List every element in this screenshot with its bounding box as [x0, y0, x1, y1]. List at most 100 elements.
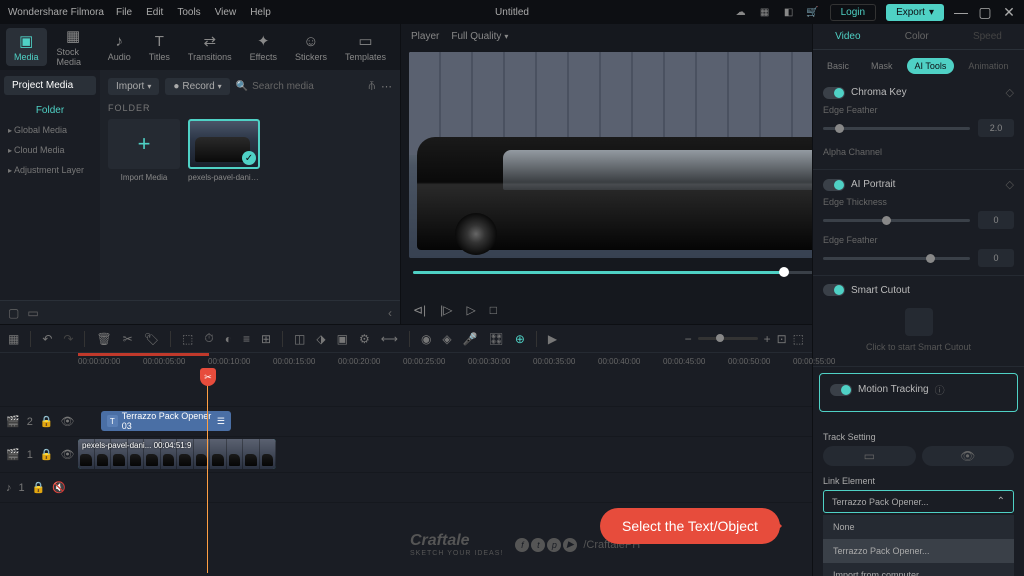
mute-icon[interactable]: 🔇: [52, 481, 66, 494]
cloud-icon[interactable]: ☁: [734, 5, 748, 19]
chroma-key-toggle[interactable]: [823, 87, 845, 99]
menu-help[interactable]: Help: [250, 7, 271, 18]
stop-icon[interactable]: □: [490, 303, 497, 317]
tab-templates[interactable]: ▭Templates: [337, 28, 394, 66]
keyframe-icon[interactable]: ◇: [1006, 86, 1014, 99]
delete-icon[interactable]: 🗑: [96, 332, 111, 346]
tab-stickers[interactable]: ☺Stickers: [287, 29, 335, 66]
tab-effects[interactable]: ✦Effects: [242, 28, 285, 66]
lock-icon[interactable]: 🔒: [40, 448, 54, 461]
menu-view[interactable]: View: [215, 7, 237, 18]
lock-icon[interactable]: 🔒: [32, 481, 46, 494]
split-icon[interactable]: ⟷: [381, 332, 398, 346]
video-track[interactable]: 🎬1🔒👁 pexels-pavel-dani... 00:04:51:9: [0, 437, 812, 473]
track-eye-button[interactable]: 👁: [922, 446, 1015, 466]
close-button[interactable]: ✕: [1002, 4, 1016, 21]
bike-icon[interactable]: ⚙: [359, 332, 370, 346]
expand-icon[interactable]: ⬚: [793, 332, 804, 346]
mic-icon[interactable]: 🎤: [463, 332, 478, 346]
caption-icon[interactable]: ◫: [294, 332, 305, 346]
folder-heading[interactable]: Folder: [4, 101, 96, 120]
fit-icon[interactable]: ⊡: [777, 332, 787, 346]
mask-icon[interactable]: ▣: [337, 332, 348, 346]
marker-icon[interactable]: ◉: [421, 332, 431, 346]
video-clip[interactable]: pexels-pavel-dani... 00:04:51:9: [78, 439, 276, 469]
motion-tracking-toggle[interactable]: [830, 384, 852, 396]
help-icon[interactable]: ⓘ: [935, 382, 945, 397]
edge-feather-slider[interactable]: [823, 127, 970, 130]
insp-tab-color[interactable]: Color: [905, 31, 929, 42]
more-icon[interactable]: ⋯: [381, 80, 392, 93]
eye-icon[interactable]: 👁: [61, 448, 75, 461]
tab-transitions[interactable]: ⇄Transitions: [180, 28, 240, 66]
scrub-handle[interactable]: [779, 267, 789, 277]
quality-dropdown[interactable]: Full Quality: [451, 31, 508, 42]
ai-portrait-toggle[interactable]: [823, 179, 845, 191]
option-none[interactable]: None: [823, 515, 1014, 539]
tag-icon[interactable]: 🏷: [144, 332, 159, 346]
media-clip[interactable]: ✓ pexels-pavel-danilyuk...: [188, 119, 260, 182]
collapse-icon[interactable]: ‹: [388, 306, 392, 320]
link-element-dropdown[interactable]: Terrazzo Pack Opener...: [823, 490, 1014, 513]
subtab-ai-tools[interactable]: AI Tools: [907, 58, 955, 74]
sidebar-cloud-media[interactable]: Cloud Media: [4, 140, 96, 160]
color-icon[interactable]: ◐: [225, 332, 232, 346]
speed-icon[interactable]: ⏱: [204, 331, 213, 346]
folder-icon[interactable]: ▢: [8, 306, 19, 320]
menu-file[interactable]: File: [116, 7, 132, 18]
zoom-out-icon[interactable]: −: [685, 332, 692, 346]
thickness-value[interactable]: 0: [978, 211, 1014, 229]
green-icon[interactable]: ⬗: [316, 332, 325, 346]
smart-cutout-area[interactable]: Click to start Smart Cutout: [823, 302, 1014, 358]
render-icon[interactable]: ▶: [548, 332, 557, 346]
sidebar-global-media[interactable]: Global Media: [4, 120, 96, 140]
minimize-button[interactable]: —: [954, 4, 968, 20]
playhead[interactable]: ✂: [200, 368, 216, 386]
track-icon[interactable]: ⊕: [515, 332, 525, 346]
maximize-button[interactable]: ▢: [978, 4, 992, 21]
title-clip[interactable]: Terrazzo Pack Opener 03☰: [101, 411, 231, 431]
redo-icon[interactable]: ↷: [63, 332, 73, 346]
tab-stock-media[interactable]: ▦Stock Media: [49, 23, 98, 71]
text-icon[interactable]: ⊞: [261, 332, 271, 346]
cut-icon[interactable]: ✂: [123, 332, 133, 346]
crop-icon[interactable]: ⬚: [182, 332, 193, 346]
menu-edit[interactable]: Edit: [146, 7, 163, 18]
bin-icon[interactable]: ▭: [27, 306, 38, 320]
track-box-button[interactable]: ▭: [823, 446, 916, 466]
import-media-slot[interactable]: + Import Media: [108, 119, 180, 182]
message-icon[interactable]: ◧: [782, 5, 796, 19]
menu-tools[interactable]: Tools: [177, 7, 200, 18]
thickness-slider[interactable]: [823, 219, 970, 222]
tab-titles[interactable]: TTitles: [141, 29, 178, 66]
login-button[interactable]: Login: [830, 4, 876, 21]
step-back-icon[interactable]: |▷: [440, 303, 452, 317]
layout-icon[interactable]: ▦: [8, 332, 19, 346]
audio-track[interactable]: ♪1🔒🔇: [0, 473, 812, 503]
keyframe-tl-icon[interactable]: ◈: [442, 332, 451, 346]
search-input[interactable]: Search media: [236, 81, 363, 92]
adjust-icon[interactable]: ≡: [243, 332, 250, 346]
eye-icon[interactable]: 👁: [61, 415, 75, 428]
insp-tab-video[interactable]: Video: [835, 31, 860, 42]
feather2-value[interactable]: 0: [978, 249, 1014, 267]
subtab-basic[interactable]: Basic: [819, 58, 857, 74]
record-dropdown[interactable]: ● Record: [165, 78, 229, 95]
tab-audio[interactable]: ♪Audio: [100, 29, 139, 66]
undo-icon[interactable]: ↶: [42, 332, 52, 346]
subtab-animation[interactable]: Animation: [960, 58, 1016, 74]
keyframe-icon[interactable]: ◇: [1006, 178, 1014, 191]
prev-frame-icon[interactable]: ⊲|: [413, 303, 426, 317]
feather2-slider[interactable]: [823, 257, 970, 260]
subtab-mask[interactable]: Mask: [863, 58, 901, 74]
cart-icon[interactable]: 🛒: [806, 5, 820, 19]
title-track[interactable]: 🎬2🔒👁 Terrazzo Pack Opener 03☰: [0, 407, 812, 437]
timeline-ruler[interactable]: 00:00:00:00 00:00:05:00 00:00:10:00 00:0…: [0, 353, 812, 373]
option-terrazzo[interactable]: Terrazzo Pack Opener...: [823, 539, 1014, 563]
zoom-slider[interactable]: [698, 337, 758, 340]
grid-icon[interactable]: ▦: [758, 5, 772, 19]
insp-tab-speed[interactable]: Speed: [973, 31, 1002, 42]
export-button[interactable]: Export▾: [886, 4, 944, 21]
smart-cutout-toggle[interactable]: [823, 284, 845, 296]
sidebar-adjustment-layer[interactable]: Adjustment Layer: [4, 160, 96, 180]
